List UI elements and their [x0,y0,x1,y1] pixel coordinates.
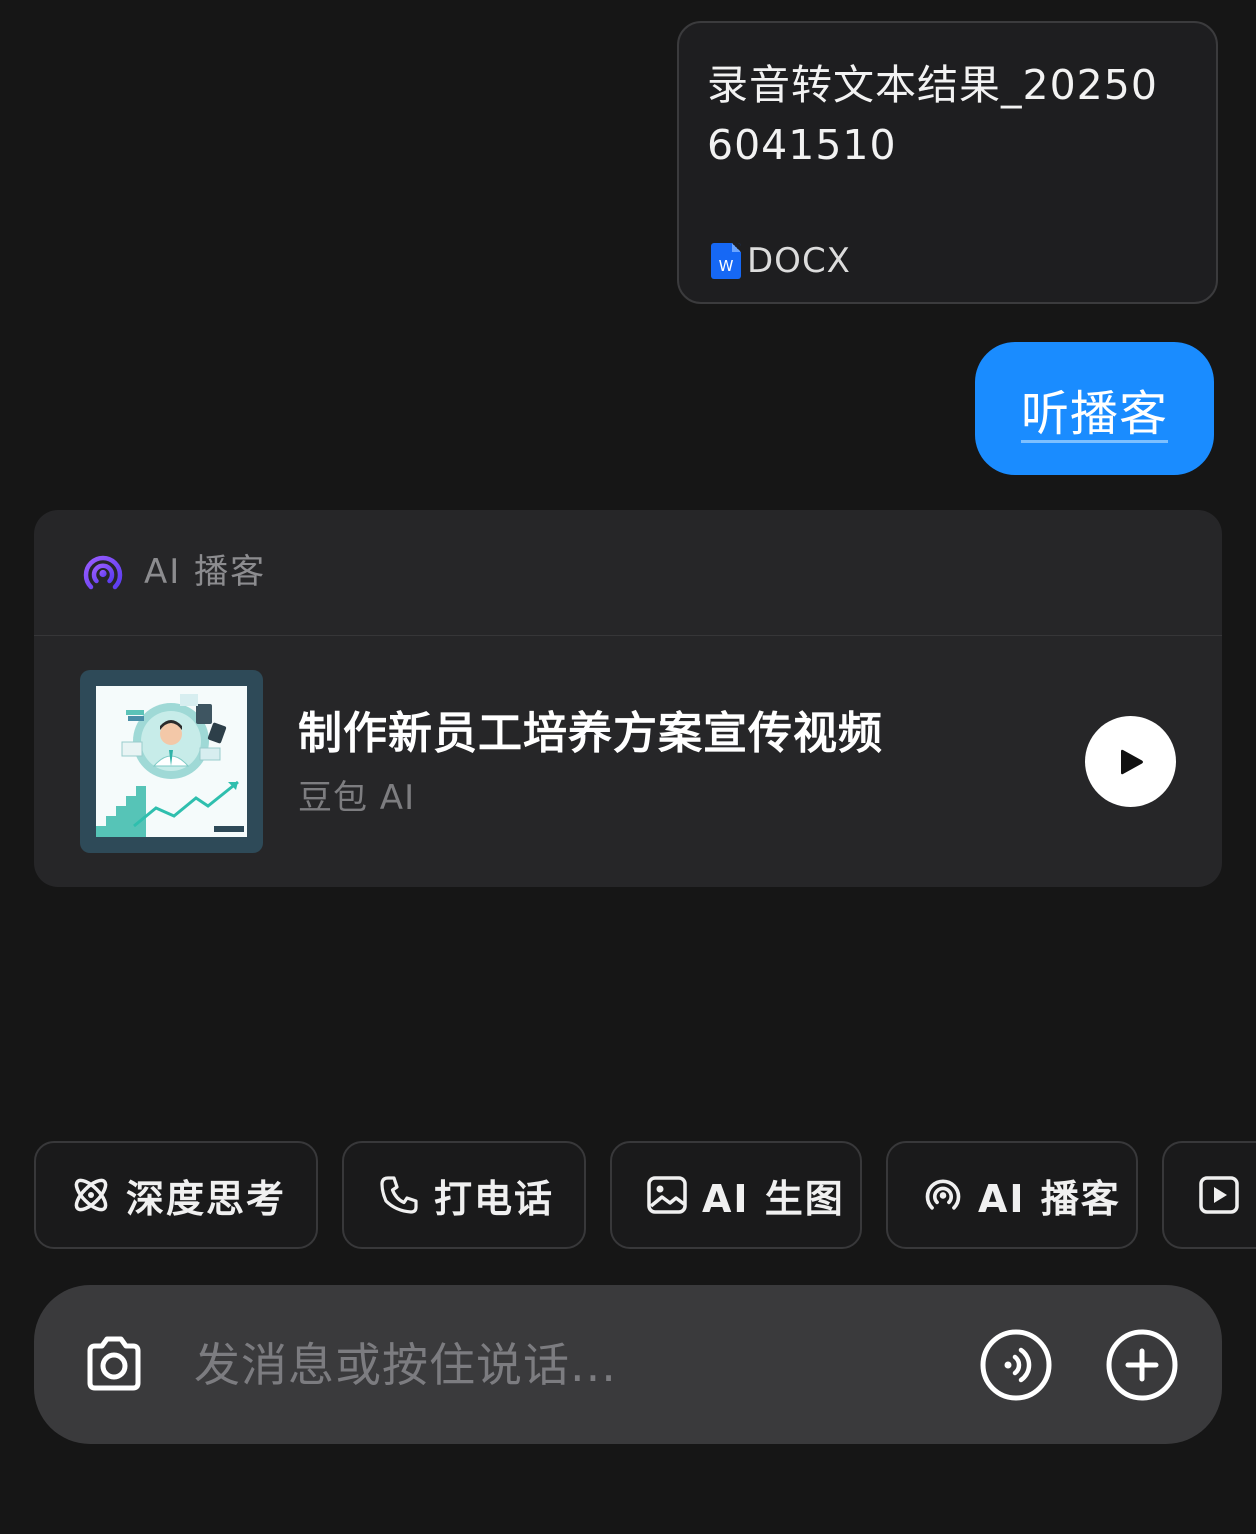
podcast-card-header: AI 播客 [34,510,1222,636]
phone-icon [380,1176,418,1214]
file-type: W DOCX [711,241,851,281]
attached-file-card[interactable]: 录音转文本结果_202506041510 W DOCX [677,21,1218,304]
play-button[interactable] [1085,716,1176,807]
podcast-cover-image [96,686,247,837]
word-doc-icon-letter: W [718,257,734,275]
user-message-bubble[interactable]: 听播客 [975,342,1214,475]
play-icon [1120,749,1143,774]
chip-deep-thinking[interactable]: 深度思考 [34,1141,318,1249]
chip-label: AI 播客 [978,1176,1121,1221]
chip-ai-podcast[interactable]: AI 播客 [886,1141,1138,1249]
ai-podcast-card[interactable]: AI 播客 制作新员工培养方案宣传视频 豆包 AI [34,510,1222,887]
podcast-card-header-label: AI 播客 [144,552,267,592]
quick-action-chips: 深度思考 打电话 AI 生图 AI 播客 [34,1141,1256,1249]
podcast-cover-illustration[interactable] [80,670,263,853]
message-input-bar [34,1285,1222,1444]
voice-wave-icon[interactable] [978,1327,1054,1403]
podcast-track-title[interactable]: 制作新员工培养方案宣传视频 [298,706,883,762]
chip-video[interactable] [1162,1141,1256,1249]
chip-label: 打电话 [434,1176,555,1221]
chip-phone-call[interactable]: 打电话 [342,1141,586,1249]
message-input[interactable] [194,1329,954,1401]
podcast-track-author: 豆包 AI [298,778,416,818]
chat-page: 录音转文本结果_202506041510 W DOCX 听播客 AI 播客 制作… [0,0,1256,1534]
file-name: 录音转文本结果_202506041510 [707,61,1158,169]
atom-icon [74,1178,108,1212]
image-icon [647,1176,687,1214]
plus-icon[interactable] [1104,1327,1180,1403]
word-doc-icon: W [711,243,741,279]
chip-label: AI 生图 [702,1176,845,1221]
podcast-cover-art [96,694,244,837]
user-message-text[interactable]: 听播客 [1021,374,1168,444]
podcast-broadcast-icon [83,555,123,590]
chip-ai-image[interactable]: AI 生图 [610,1141,862,1249]
camera-icon[interactable] [78,1329,150,1401]
chip-label: 深度思考 [126,1176,287,1221]
podcast-broadcast-icon [925,1179,961,1210]
video-play-icon [1199,1176,1239,1214]
file-type-label: DOCX [747,241,851,281]
